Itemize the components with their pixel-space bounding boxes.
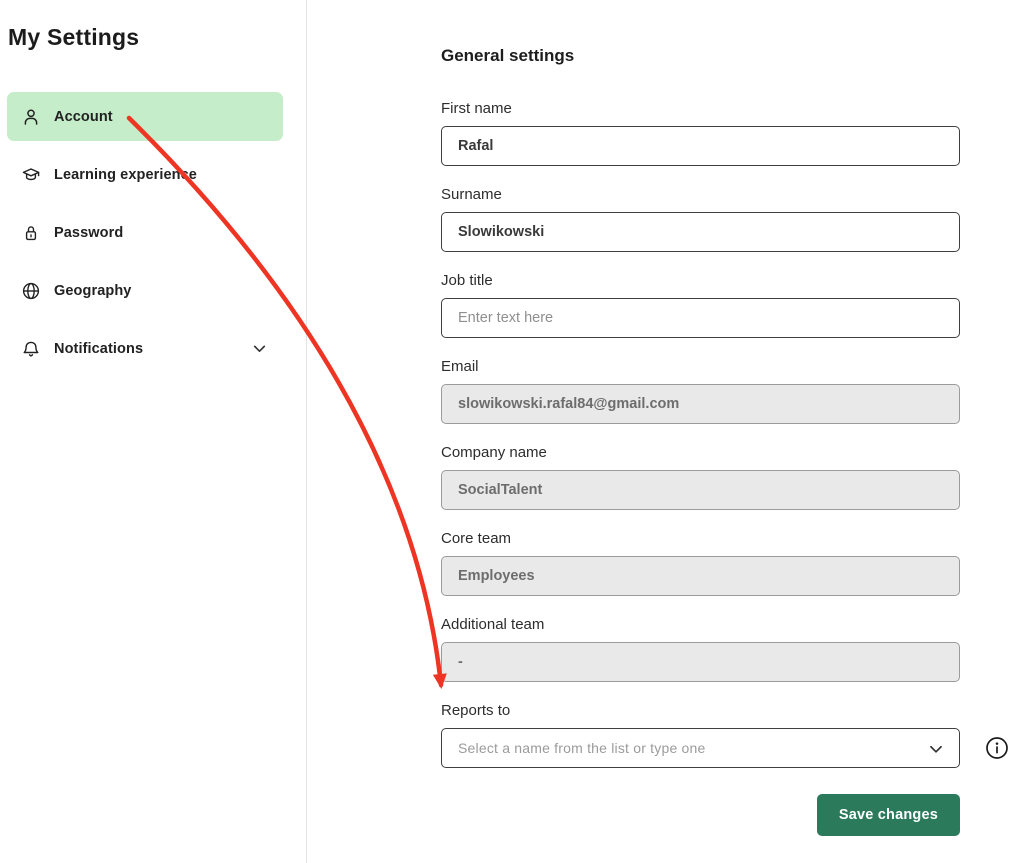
- additional-team-input: [441, 642, 960, 682]
- lock-icon: [21, 223, 41, 243]
- field-additional-team: Additional team: [441, 616, 960, 682]
- field-label: Core team: [441, 530, 960, 548]
- field-label: Surname: [441, 186, 960, 204]
- form-actions: Save changes: [441, 794, 960, 836]
- field-label: Company name: [441, 444, 960, 462]
- sidebar-nav: Account Learning experience Password: [7, 92, 283, 373]
- field-surname: Surname: [441, 186, 960, 252]
- field-label: Job title: [441, 272, 960, 290]
- field-label: Additional team: [441, 616, 960, 634]
- globe-icon: [21, 281, 41, 301]
- field-job-title: Job title: [441, 272, 960, 338]
- reports-to-dropdown[interactable]: Select a name from the list or type one: [441, 728, 960, 768]
- sidebar-item-notifications[interactable]: Notifications: [7, 324, 283, 373]
- company-name-input: [441, 470, 960, 510]
- field-email: Email: [441, 358, 960, 424]
- sidebar-item-learning-experience[interactable]: Learning experience: [7, 150, 283, 199]
- chevron-down-icon: [927, 740, 945, 763]
- field-first-name: First name: [441, 100, 960, 166]
- chevron-down-icon[interactable]: [251, 340, 268, 357]
- dropdown-placeholder: Select a name from the list or type one: [458, 740, 705, 756]
- sidebar-item-geography[interactable]: Geography: [7, 266, 283, 315]
- first-name-input[interactable]: [441, 126, 960, 166]
- section-heading: General settings: [441, 45, 1018, 66]
- sidebar-item-label: Password: [54, 225, 123, 241]
- person-icon: [21, 107, 41, 127]
- sidebar-item-label: Account: [54, 109, 113, 125]
- sidebar-item-label: Learning experience: [54, 167, 197, 183]
- surname-input[interactable]: [441, 212, 960, 252]
- field-core-team: Core team: [441, 530, 960, 596]
- settings-sidebar: My Settings Account Learning experience: [0, 0, 307, 863]
- bell-icon: [21, 339, 41, 359]
- info-icon[interactable]: [985, 736, 1009, 760]
- field-label: First name: [441, 100, 960, 118]
- job-title-input[interactable]: [441, 298, 960, 338]
- field-company-name: Company name: [441, 444, 960, 510]
- email-input: [441, 384, 960, 424]
- sidebar-item-label: Notifications: [54, 341, 143, 357]
- field-label: Reports to: [441, 702, 960, 720]
- sidebar-item-label: Geography: [54, 283, 131, 299]
- general-settings-panel: General settings First name Surname Job …: [308, 0, 1018, 863]
- sidebar-item-account[interactable]: Account: [7, 92, 283, 141]
- field-label: Email: [441, 358, 960, 376]
- core-team-input: [441, 556, 960, 596]
- page-title: My Settings: [8, 24, 306, 51]
- save-changes-button[interactable]: Save changes: [817, 794, 960, 836]
- graduation-cap-icon: [21, 165, 41, 185]
- field-reports-to: Reports to Select a name from the list o…: [441, 702, 960, 768]
- sidebar-item-password[interactable]: Password: [7, 208, 283, 257]
